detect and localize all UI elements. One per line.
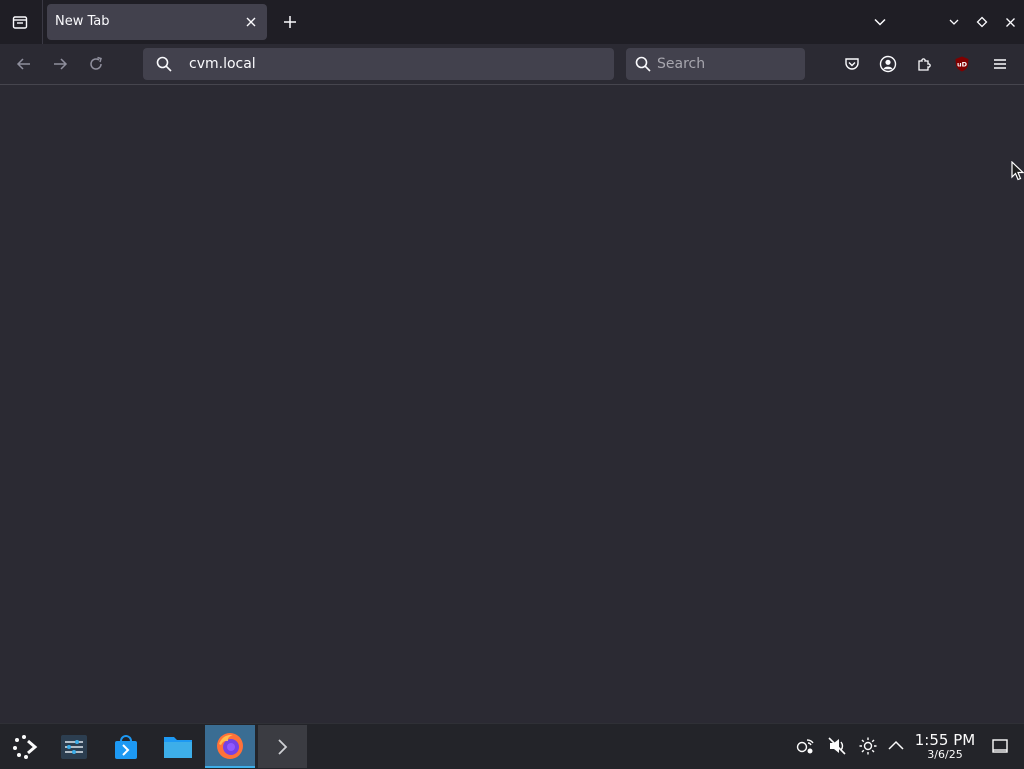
extensions-button[interactable] [910,50,938,78]
firefox-view-icon [12,16,28,29]
back-arrow-icon [16,58,30,70]
chevron-down-icon [874,18,886,26]
network-button[interactable] [796,736,816,756]
new-tab-button[interactable] [276,8,304,36]
clock-date[interactable]: 3/6/25 [910,748,980,761]
ublock-button[interactable]: uD [948,50,976,78]
reload-button[interactable] [82,50,110,78]
close-icon [1005,17,1015,27]
url-text[interactable]: cvm.local [189,56,256,72]
plus-icon [284,16,296,28]
taskbar-firefox[interactable] [205,725,255,768]
taskbar-discover[interactable] [102,725,150,768]
files-icon [164,736,192,758]
svg-text:uD: uD [957,61,968,69]
list-all-tabs-button[interactable] [866,8,894,36]
forward-button[interactable] [46,50,74,78]
tab-title: New Tab [55,14,110,29]
firefox-view-button[interactable] [6,8,34,36]
taskbar-settings[interactable] [50,725,98,768]
show-desktop-button[interactable] [990,736,1010,756]
clock-time[interactable]: 1:55 PM [910,731,980,749]
minimize-button[interactable] [940,8,968,36]
search-bar[interactable]: Search [626,48,805,80]
search-placeholder[interactable]: Search [657,56,705,72]
taskbar-files[interactable] [154,725,202,768]
back-button[interactable] [10,50,38,78]
menu-icon [994,59,1006,69]
minimize-icon [949,19,959,25]
terminal-icon [277,738,287,755]
search-icon [635,56,651,72]
tray-expand-icon [888,740,904,750]
taskbar [0,723,1024,769]
app-menu-button[interactable] [986,50,1014,78]
page-content[interactable] [0,85,1024,723]
discover-store-icon [115,734,137,759]
tab-separator [42,0,43,44]
reload-icon [90,56,102,70]
extensions-icon [918,58,931,71]
navigation-toolbar: cvm.local Search uD [0,44,1024,85]
tray-expand-button[interactable] [886,736,906,756]
taskbar-terminal[interactable] [258,725,307,768]
tab-new-tab[interactable]: New Tab [47,4,267,40]
brightness-icon [859,737,877,755]
mouse-pointer-icon [1011,161,1024,181]
firefox-icon [217,732,243,759]
close-window-button[interactable] [996,8,1024,36]
pocket-icon [845,58,859,70]
settings-icon [61,734,87,759]
ublock-icon: uD [955,56,969,72]
brightness-button[interactable] [858,736,878,756]
app-launcher-icon [13,734,38,759]
forward-arrow-icon [54,58,68,70]
url-bar[interactable]: cvm.local [143,48,614,80]
tab-close-button[interactable] [241,12,261,32]
account-icon [879,55,897,73]
show-desktop-icon [992,739,1008,753]
maximize-icon [976,16,988,28]
tab-strip: New Tab [0,0,1024,44]
search-icon [156,56,172,72]
network-icon [796,739,814,754]
pocket-button[interactable] [838,50,866,78]
volume-button[interactable] [827,736,847,756]
account-button[interactable] [874,50,902,78]
close-icon [246,17,256,27]
maximize-button[interactable] [968,8,996,36]
volume-muted-icon [828,737,846,755]
app-launcher-button[interactable] [1,725,49,768]
